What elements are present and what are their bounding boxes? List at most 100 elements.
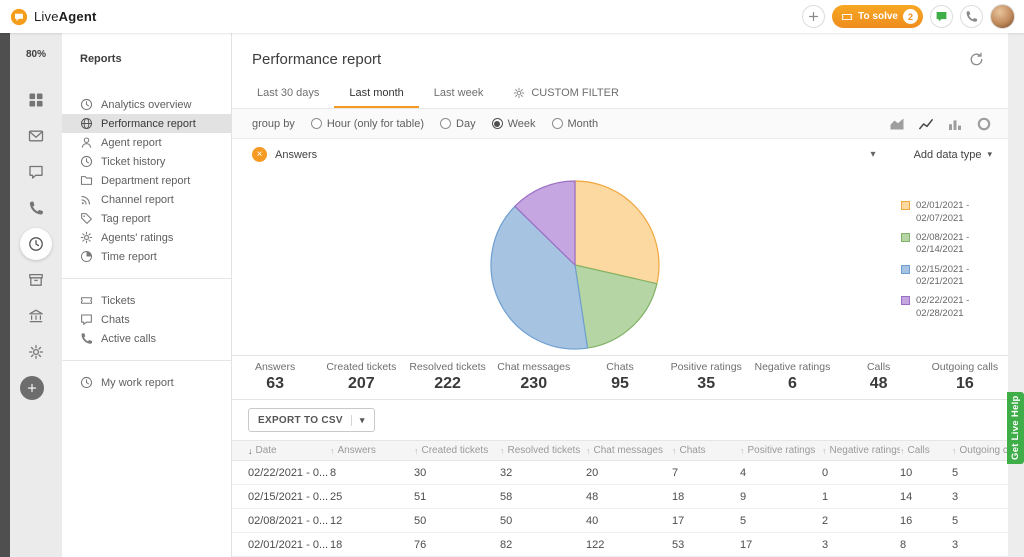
sidebar-item-label: My work report <box>101 377 174 389</box>
series-chip-icon[interactable]: × <box>252 147 267 162</box>
radio-month[interactable]: Month <box>552 118 599 130</box>
rail-item-add[interactable] <box>20 376 44 400</box>
group-by-label: group by <box>252 118 295 130</box>
clock-icon <box>80 376 93 389</box>
column-header-answers[interactable]: ↑Answers <box>330 445 414 456</box>
column-header-chats[interactable]: ↑Chats <box>672 445 740 456</box>
sidebar-item-tickets[interactable]: Tickets <box>62 291 231 310</box>
liveagent-logo-icon <box>10 8 28 26</box>
sidebar-item-performance-report[interactable]: Performance report <box>62 114 231 133</box>
table-row[interactable]: 02/15/2021 - 0...255158481891143 <box>232 485 1008 509</box>
series-caret-icon[interactable]: ▾ <box>871 149 876 160</box>
legend-swatch <box>901 296 910 305</box>
rail-item-settings[interactable] <box>20 336 52 368</box>
user-avatar[interactable] <box>990 4 1015 29</box>
sidebar-item-ticket-history[interactable]: Ticket history <box>62 152 231 171</box>
stat-created-tickets: Created tickets 207 <box>318 356 404 399</box>
radio-hour-only-for-table[interactable]: Hour (only for table) <box>311 118 424 130</box>
sort-icon[interactable]: ↑ <box>500 446 505 456</box>
sidebar-group: My work report <box>62 360 231 392</box>
sidebar-item-agents-ratings[interactable]: Agents' ratings <box>62 228 231 247</box>
sort-icon[interactable]: ↑ <box>672 446 677 456</box>
ticket-icon <box>80 294 93 307</box>
sidebar-item-channel-report[interactable]: Channel report <box>62 190 231 209</box>
refresh-button[interactable] <box>969 52 984 67</box>
rail-item-chats[interactable] <box>20 156 52 188</box>
table-row[interactable]: 02/08/2021 - 0...125050401752165 <box>232 509 1008 533</box>
add-data-type-button[interactable]: Add data type ▾ <box>914 149 992 161</box>
stat-value: 207 <box>348 375 375 393</box>
column-header-chat-messages[interactable]: ↑Chat messages <box>586 445 672 456</box>
sidebar-item-time-report[interactable]: Time report <box>62 247 231 266</box>
table-row[interactable]: 02/22/2021 - 0...8303220740105 <box>232 461 1008 485</box>
rail-item-calls[interactable] <box>20 192 52 224</box>
column-header-positive-ratings[interactable]: ↑Positive ratings <box>740 445 822 456</box>
legend-item: 02/15/2021 - 02/21/2021 <box>901 264 994 289</box>
sidebar-item-department-report[interactable]: Department report <box>62 171 231 190</box>
tab-last-week[interactable]: Last week <box>419 80 499 108</box>
table-row[interactable]: 02/01/2021 - 0...1876821225317383 <box>232 533 1008 557</box>
tag-icon <box>80 212 93 225</box>
sidebar-item-my-work-report[interactable]: My work report <box>62 373 231 392</box>
column-label: Negative ratings <box>830 445 901 456</box>
sidebar-item-label: Chats <box>101 314 130 326</box>
column-header-created-tickets[interactable]: ↑Created tickets <box>414 445 500 456</box>
sidebar-item-analytics-overview[interactable]: Analytics overview <box>62 95 231 114</box>
sort-icon[interactable]: ↑ <box>900 446 905 456</box>
rail-item-reports[interactable] <box>20 228 52 260</box>
rail-item-company[interactable] <box>20 300 52 332</box>
rail-item-archive[interactable] <box>20 264 52 296</box>
sidebar-item-chats[interactable]: Chats <box>62 310 231 329</box>
sort-icon[interactable]: ↓ <box>248 446 253 456</box>
stat-value: 35 <box>697 375 715 393</box>
export-to-csv-button[interactable]: EXPORT TO CSV ▾ <box>248 408 375 432</box>
table-cell: 51 <box>414 491 500 503</box>
rail-items <box>20 84 52 404</box>
pie-chart-button[interactable] <box>976 116 992 132</box>
sort-icon[interactable]: ↑ <box>586 446 591 456</box>
column-header-resolved-tickets[interactable]: ↑Resolved tickets <box>500 445 586 456</box>
export-caret-icon: ▾ <box>351 415 365 426</box>
bar-chart-button[interactable] <box>947 116 963 132</box>
plus-icon <box>807 10 820 23</box>
sort-icon[interactable]: ↑ <box>740 446 745 456</box>
column-header-negative-ratings[interactable]: ↑Negative ratings <box>822 445 900 456</box>
availability-percent[interactable]: 80% <box>26 49 46 60</box>
table-cell: 8 <box>900 539 952 551</box>
column-header-calls[interactable]: ↑Calls <box>900 445 952 456</box>
chat-status-button[interactable] <box>930 5 953 28</box>
line-chart-button[interactable] <box>918 116 934 132</box>
table-cell: 50 <box>500 515 586 527</box>
sidebar-item-agent-report[interactable]: Agent report <box>62 133 231 152</box>
tab-custom-filter[interactable]: CUSTOM FILTER <box>498 80 634 108</box>
radio-week[interactable]: Week <box>492 118 536 130</box>
phone-icon <box>28 200 44 216</box>
tab-last-month[interactable]: Last month <box>334 80 418 108</box>
rail-item-dashboard[interactable] <box>20 84 52 116</box>
sort-icon[interactable]: ↑ <box>952 446 957 456</box>
sidebar-item-tag-report[interactable]: Tag report <box>62 209 231 228</box>
sidebar-item-active-calls[interactable]: Active calls <box>62 329 231 348</box>
table-cell: 1 <box>822 491 900 503</box>
radio-label: Day <box>456 118 476 130</box>
tab-last-30-days[interactable]: Last 30 days <box>242 80 334 108</box>
phone-status-button[interactable] <box>960 5 983 28</box>
column-header-outgoing-calls[interactable]: ↑Outgoing calls <box>952 445 1008 456</box>
stat-label: Created tickets <box>326 361 396 373</box>
radio-day[interactable]: Day <box>440 118 476 130</box>
bank-icon <box>28 308 44 324</box>
table-cell: 48 <box>586 491 672 503</box>
logo[interactable]: LiveAgent <box>10 8 97 26</box>
sort-icon[interactable]: ↑ <box>414 446 419 456</box>
sort-icon[interactable]: ↑ <box>330 446 335 456</box>
series-select[interactable]: × Answers <box>252 147 317 162</box>
export-label: EXPORT TO CSV <box>258 415 343 426</box>
collapsed-panel-rail[interactable] <box>0 33 10 557</box>
column-header-date[interactable]: ↓Date <box>248 445 330 456</box>
add-new-button[interactable] <box>802 5 825 28</box>
sort-icon[interactable]: ↑ <box>822 446 827 456</box>
live-help-tab[interactable]: Get Live Help <box>1007 392 1024 464</box>
area-chart-button[interactable] <box>889 116 905 132</box>
to-solve-button[interactable]: To solve 2 <box>832 5 923 28</box>
rail-item-tickets-mail[interactable] <box>20 120 52 152</box>
